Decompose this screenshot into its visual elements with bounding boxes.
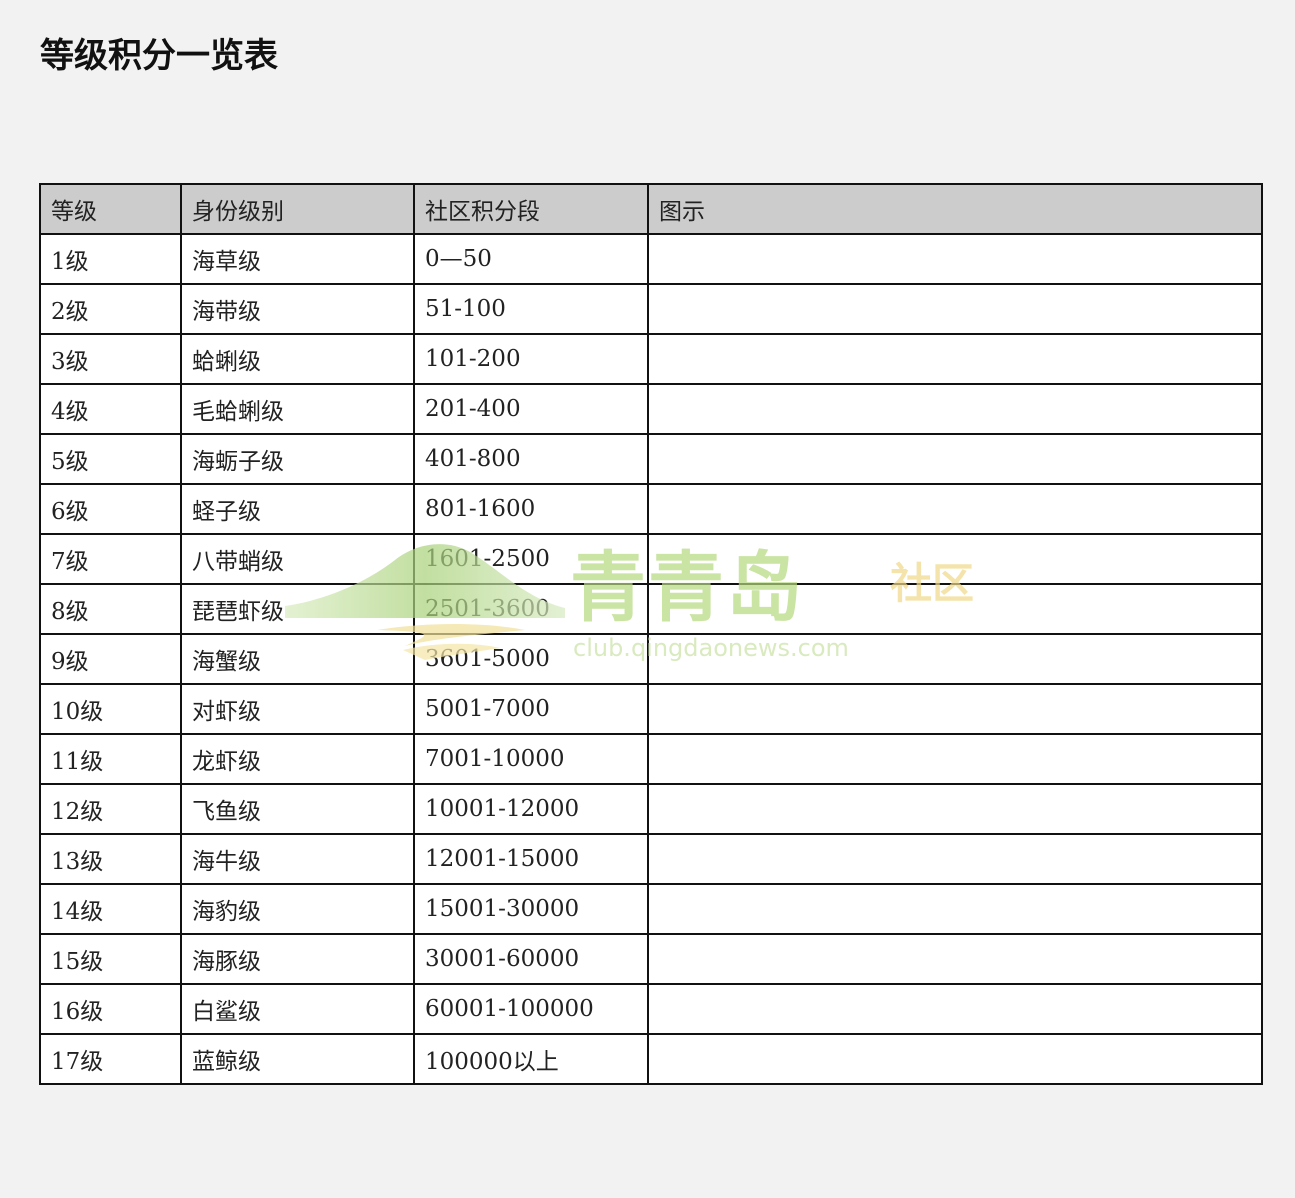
table-row: 11级 龙虾级 7001-10000	[39, 733, 1263, 785]
cell-level: 17级	[39, 1033, 182, 1085]
table-row: 13级 海牛级 12001-15000	[39, 833, 1263, 885]
cell-points: 401-800	[413, 433, 649, 485]
cell-level: 8级	[39, 583, 182, 635]
cell-icon	[647, 383, 1263, 435]
cell-level: 9级	[39, 633, 182, 685]
cell-level: 1级	[39, 233, 182, 285]
cell-level: 11级	[39, 733, 182, 785]
cell-icon	[647, 783, 1263, 835]
cell-level: 7级	[39, 533, 182, 585]
page-title: 等级积分一览表	[40, 36, 278, 76]
cell-level: 15级	[39, 933, 182, 985]
table-row: 16级 白鲨级 60001-100000	[39, 983, 1263, 1035]
cell-icon	[647, 283, 1263, 335]
cell-points: 3601-5000	[413, 633, 649, 685]
cell-rank: 海豚级	[180, 933, 415, 985]
table-row: 1级 海草级 0—50	[39, 233, 1263, 285]
cell-rank: 琵琶虾级	[180, 583, 415, 635]
cell-points: 10001-12000	[413, 783, 649, 835]
cell-level: 5级	[39, 433, 182, 485]
cell-icon	[647, 633, 1263, 685]
cell-level: 10级	[39, 683, 182, 735]
cell-level: 12级	[39, 783, 182, 835]
cell-points: 0—50	[413, 233, 649, 285]
cell-rank: 龙虾级	[180, 733, 415, 785]
table-header-row: 等级 身份级别 社区积分段 图示	[39, 183, 1263, 235]
cell-icon	[647, 483, 1263, 535]
cell-rank: 海带级	[180, 283, 415, 335]
cell-icon	[647, 233, 1263, 285]
cell-icon	[647, 983, 1263, 1035]
cell-rank: 蛤蜊级	[180, 333, 415, 385]
cell-icon	[647, 833, 1263, 885]
cell-level: 16级	[39, 983, 182, 1035]
table-row: 2级 海带级 51-100	[39, 283, 1263, 335]
table-row: 3级 蛤蜊级 101-200	[39, 333, 1263, 385]
header-rank: 身份级别	[180, 183, 415, 235]
cell-rank: 蓝鲸级	[180, 1033, 415, 1085]
cell-icon	[647, 333, 1263, 385]
cell-rank: 蛏子级	[180, 483, 415, 535]
cell-points: 60001-100000	[413, 983, 649, 1035]
cell-level: 3级	[39, 333, 182, 385]
cell-icon	[647, 533, 1263, 585]
table-body: 1级 海草级 0—50 2级 海带级 51-100 3级 蛤蜊级 101-200 4级 毛蛤蜊级 20…	[39, 233, 1263, 1085]
table-row: 17级 蓝鲸级 100000以上	[39, 1033, 1263, 1085]
cell-rank: 海蟹级	[180, 633, 415, 685]
header-icon: 图示	[647, 183, 1263, 235]
cell-rank: 海蛎子级	[180, 433, 415, 485]
table-row: 5级 海蛎子级 401-800	[39, 433, 1263, 485]
table-row: 6级 蛏子级 801-1600	[39, 483, 1263, 535]
table-row: 8级 琵琶虾级 2501-3600	[39, 583, 1263, 635]
table-row: 12级 飞鱼级 10001-12000	[39, 783, 1263, 835]
table-row: 10级 对虾级 5001-7000	[39, 683, 1263, 735]
cell-level: 4级	[39, 383, 182, 435]
cell-rank: 毛蛤蜊级	[180, 383, 415, 435]
cell-points: 2501-3600	[413, 583, 649, 635]
cell-points: 12001-15000	[413, 833, 649, 885]
table-row: 15级 海豚级 30001-60000	[39, 933, 1263, 985]
cell-rank: 海豹级	[180, 883, 415, 935]
cell-points: 100000以上	[413, 1033, 649, 1085]
cell-level: 14级	[39, 883, 182, 935]
cell-points: 7001-10000	[413, 733, 649, 785]
cell-level: 13级	[39, 833, 182, 885]
cell-rank: 白鲨级	[180, 983, 415, 1035]
header-level: 等级	[39, 183, 182, 235]
cell-rank: 八带蛸级	[180, 533, 415, 585]
cell-icon	[647, 1033, 1263, 1085]
table-row: 4级 毛蛤蜊级 201-400	[39, 383, 1263, 435]
table-row: 9级 海蟹级 3601-5000	[39, 633, 1263, 685]
level-points-table: 等级 身份级别 社区积分段 图示 1级 海草级 0—50 2级 海带级 51-100 3级蛤…	[39, 183, 1263, 1085]
cell-level: 2级	[39, 283, 182, 335]
cell-points: 1601-2500	[413, 533, 649, 585]
cell-rank: 飞鱼级	[180, 783, 415, 835]
cell-points: 801-1600	[413, 483, 649, 535]
cell-icon	[647, 683, 1263, 735]
cell-points: 30001-60000	[413, 933, 649, 985]
cell-level: 6级	[39, 483, 182, 535]
cell-points: 201-400	[413, 383, 649, 435]
cell-points: 15001-30000	[413, 883, 649, 935]
cell-rank: 海牛级	[180, 833, 415, 885]
cell-icon	[647, 933, 1263, 985]
cell-rank: 对虾级	[180, 683, 415, 735]
table-row: 14级 海豹级 15001-30000	[39, 883, 1263, 935]
cell-icon	[647, 433, 1263, 485]
cell-points: 51-100	[413, 283, 649, 335]
header-points: 社区积分段	[413, 183, 649, 235]
cell-points: 5001-7000	[413, 683, 649, 735]
cell-rank: 海草级	[180, 233, 415, 285]
cell-icon	[647, 883, 1263, 935]
table-row: 7级 八带蛸级 1601-2500	[39, 533, 1263, 585]
cell-points: 101-200	[413, 333, 649, 385]
cell-icon	[647, 583, 1263, 635]
cell-icon	[647, 733, 1263, 785]
